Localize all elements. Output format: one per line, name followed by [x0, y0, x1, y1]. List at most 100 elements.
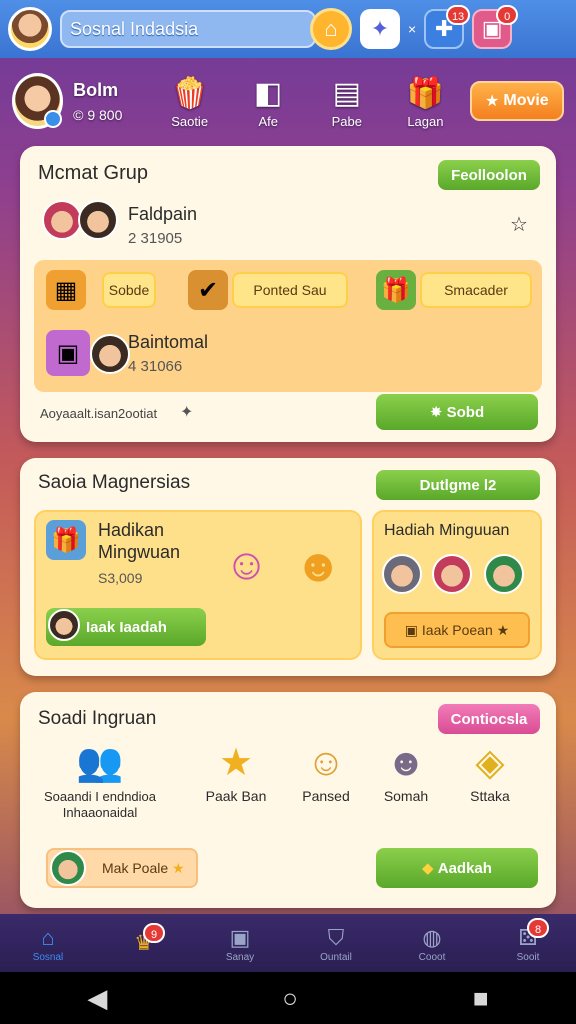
avatar: [78, 200, 118, 240]
tag-ponted[interactable]: Ponted Sau: [232, 272, 348, 308]
star-outline-icon[interactable]: ☆: [510, 212, 528, 237]
hooded-character-icon: ☺: [224, 540, 269, 589]
home-circle-icon[interactable]: ○: [282, 983, 298, 1014]
cat-character-icon: ☻: [294, 539, 343, 591]
menu-item-lagan[interactable]: 🎁 Lagan: [391, 74, 460, 129]
menu-item-afe[interactable]: ◧ Afe: [234, 74, 303, 129]
card-title: Mcmat Grup: [38, 162, 149, 184]
profile-avatar[interactable]: [12, 73, 64, 129]
map-icon: ▦: [46, 270, 86, 310]
detail-button[interactable]: Dutlgme l2: [376, 470, 540, 500]
avatar: [50, 850, 86, 886]
menu-label: Lagan: [407, 113, 444, 129]
card-title: Soadi Ingruan: [38, 708, 157, 729]
avatar: [382, 554, 422, 594]
follow-button[interactable]: Feolloolon: [438, 160, 540, 190]
gift-icon: 🎁: [376, 270, 416, 310]
nav-label: Sanay: [225, 951, 255, 963]
menu-item-pabe[interactable]: ▤ Pabe: [313, 74, 382, 129]
activity-friends[interactable]: 👥 Soaandi I endndioa Inhaaonaidal: [36, 738, 164, 820]
hooded-avatar-icon: ☺: [306, 742, 346, 784]
puzzle-icon[interactable]: ✚ 13: [424, 5, 471, 49]
avatar: [432, 554, 472, 594]
profile-info: Bolm © 9 800: [73, 80, 145, 123]
star-icon: ★: [168, 859, 185, 876]
system-nav-bar: ◀ ○ ■: [0, 972, 576, 1024]
recent-apps-icon[interactable]: ■: [473, 983, 489, 1014]
nav-label: Sosnal: [32, 951, 64, 963]
close-icon[interactable]: ×: [408, 21, 416, 37]
nav-dice[interactable]: ⚄ Sooit 8: [483, 917, 573, 963]
activity-paak-ban[interactable]: ★ Paak Ban: [196, 738, 276, 804]
group1-avatars: [42, 200, 118, 240]
notification-badge: 0: [496, 5, 519, 25]
gift-icon: 🎁: [406, 76, 445, 110]
activity-label: Somah: [383, 788, 429, 804]
nav-label: Ountail: [320, 951, 352, 963]
nav-label: Sooit: [516, 951, 540, 963]
gift-title-1: Hadikan: [98, 520, 165, 540]
mak-poale-label: Mak Poale: [102, 860, 169, 876]
nav-camera[interactable]: ▣ Sanay: [195, 924, 285, 963]
group-card: Mcmat Grup Feolloolon Faldpain 2 31905 ☆…: [20, 146, 556, 442]
arrow-gem-icon: ◆: [422, 860, 438, 877]
nav-shield[interactable]: ⛉ Ountail: [291, 924, 381, 963]
add-button[interactable]: ◆ Aadkah: [376, 848, 538, 888]
menu-label: Pabe: [331, 113, 362, 129]
gift-amount: S3,009: [98, 570, 143, 586]
activity-somah[interactable]: ☻ Somah: [366, 738, 446, 804]
mode-button[interactable]: ★ Movie: [469, 81, 564, 121]
mak-poale-button[interactable]: Mak Poale ★: [46, 848, 198, 888]
cube-icon: ◧: [254, 76, 283, 110]
nav-label: Cooot: [418, 951, 446, 963]
notification-badge: 13: [445, 5, 471, 25]
tag-sobde[interactable]: Sobde: [102, 272, 156, 308]
nav-trophy[interactable]: ♛ 9: [99, 923, 189, 957]
sparkle-icon: ✸: [429, 404, 447, 421]
profile-row: Bolm © 9 800 🍿 Saotie ◧ Afe ▤ Pabe 🎁 Lagan ★…: [0, 60, 576, 142]
group1-count: 2 31905: [128, 230, 183, 247]
search-input[interactable]: Sosnal Indadsia: [60, 10, 316, 48]
nav-home[interactable]: ⌂ Sosnal: [3, 924, 93, 963]
pin-icon: ✦: [180, 404, 194, 421]
add-button-label: Aadkah: [437, 859, 492, 877]
gift-right-title: Hadiah Minguuan: [384, 522, 510, 539]
group1-name: Faldpain: [128, 204, 198, 224]
activity-sttaka[interactable]: ◈ Sttaka: [450, 738, 530, 804]
card-title: Saoia Magnersias: [38, 472, 191, 493]
back-icon[interactable]: ◀: [87, 983, 107, 1014]
group2-name: Baintomal: [128, 332, 209, 352]
star-icon: ★: [485, 93, 500, 110]
friends-icon: 👥: [76, 742, 124, 784]
continue-button[interactable]: Contiocsla: [438, 704, 540, 734]
activity-pansed[interactable]: ☺ Pansed: [286, 738, 366, 804]
open-gift-button[interactable]: Iaak Iaadah: [46, 608, 206, 646]
chat-icon[interactable]: ▣ 0: [472, 5, 519, 49]
activity-label: Sttaka: [470, 788, 510, 804]
gift-title-2: Mingwuan: [98, 542, 181, 562]
avatar: [48, 609, 80, 641]
tag-smacader[interactable]: Smacader: [420, 272, 532, 308]
frame-icon: ✔: [188, 270, 228, 310]
globe-icon: ◍: [422, 924, 442, 950]
game-controller-icon[interactable]: ✦: [360, 9, 400, 49]
status-dot: [44, 110, 63, 128]
activity-label: Pansed: [302, 788, 350, 804]
home-icon[interactable]: ⌂: [310, 8, 352, 50]
menu-item-saotie[interactable]: 🍿 Saotie: [155, 74, 224, 129]
girl-avatar-icon: ☻: [386, 742, 426, 784]
menu-label: Saotie: [171, 113, 209, 129]
avatar: [90, 334, 130, 374]
chest-icon: ▣: [404, 621, 422, 638]
nav-globe[interactable]: ◍ Cooot: [387, 924, 477, 963]
user-avatar[interactable]: [8, 7, 52, 51]
gift-box-icon: 🎁: [46, 520, 86, 560]
basket-icon: ▤: [332, 76, 361, 110]
join-button[interactable]: ✸ Sobd: [376, 394, 538, 430]
activity-label: Soaandi I endndioa Inhaaonaidal: [43, 789, 157, 820]
mode-button-label: Movie: [503, 92, 549, 109]
profile-coins: © 9 800: [73, 106, 123, 123]
claim-gift-button[interactable]: ▣ Iaak Poean ★: [384, 612, 530, 648]
gold-ticket-icon: ◈: [475, 742, 505, 784]
avatar: [484, 554, 524, 594]
